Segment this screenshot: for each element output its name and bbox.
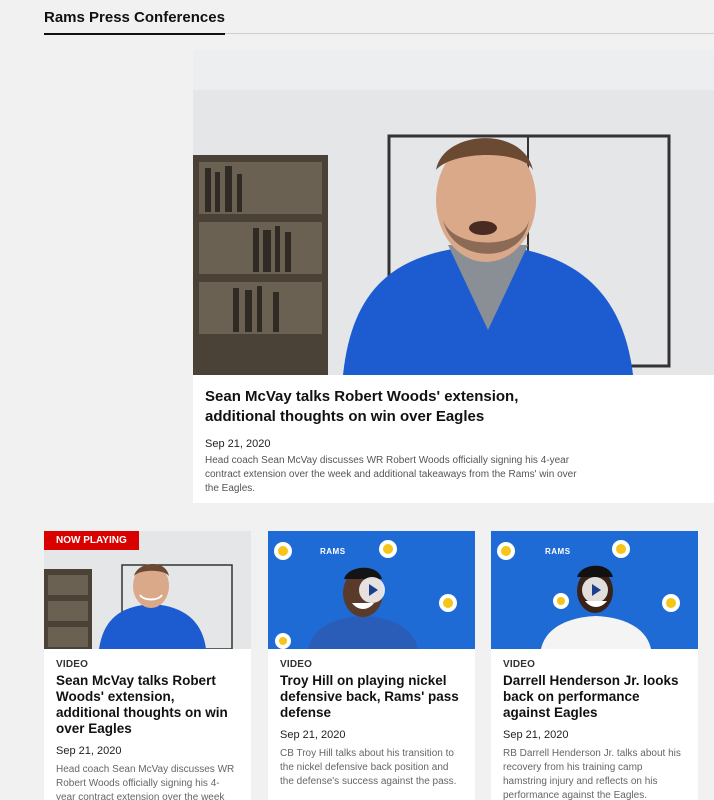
- card-description: Head coach Sean McVay discusses WR Rober…: [56, 764, 235, 800]
- featured-video[interactable]: Sean McVay talks Robert Woods' extension…: [193, 50, 714, 503]
- video-card[interactable]: RAMS VIDEO Darrell Henderson Jr. looks b…: [491, 531, 698, 800]
- card-title[interactable]: Sean McVay talks Robert Woods' extension…: [56, 673, 239, 737]
- featured-headline[interactable]: Sean McVay talks Robert Woods' extension…: [205, 387, 585, 426]
- card-date: Sep 21, 2020: [280, 729, 346, 741]
- card-title[interactable]: Darrell Henderson Jr. looks back on perf…: [503, 673, 686, 721]
- card-date: Sep 21, 2020: [56, 745, 122, 757]
- backdrop-text: RAMS: [545, 547, 571, 556]
- video-card[interactable]: RAMS VIDEO Troy Hill on playing nickel d…: [268, 531, 475, 800]
- section-title: Rams Press Conferences: [44, 9, 225, 35]
- featured-thumbnail[interactable]: [193, 50, 714, 375]
- video-card[interactable]: NOW PLAYING VIDEO Sean McVay talks Rober…: [44, 531, 251, 800]
- card-title[interactable]: Troy Hill on playing nickel defensive ba…: [280, 673, 463, 721]
- video-thumbnail[interactable]: RAMS: [491, 531, 698, 649]
- play-button-icon[interactable]: [358, 577, 385, 603]
- card-description: RB Darrell Henderson Jr. talks about his…: [503, 748, 681, 800]
- play-button-icon[interactable]: [581, 577, 608, 603]
- video-thumbnail[interactable]: NOW PLAYING: [44, 531, 251, 649]
- card-kind-label: VIDEO: [56, 659, 89, 670]
- card-description: CB Troy Hill talks about his transition …: [280, 748, 457, 787]
- card-kind-label: VIDEO: [503, 659, 536, 670]
- card-date: Sep 21, 2020: [503, 729, 569, 741]
- featured-thumbnail-image: [193, 50, 714, 375]
- backdrop-text: RAMS: [320, 547, 346, 556]
- section-header: Rams Press Conferences: [44, 0, 714, 35]
- card-kind-label: VIDEO: [280, 659, 313, 670]
- now-playing-badge: NOW PLAYING: [44, 531, 139, 550]
- featured-date: Sep 21, 2020: [205, 438, 271, 450]
- video-thumbnail[interactable]: RAMS: [268, 531, 475, 649]
- featured-description: Head coach Sean McVay discusses WR Rober…: [205, 455, 577, 494]
